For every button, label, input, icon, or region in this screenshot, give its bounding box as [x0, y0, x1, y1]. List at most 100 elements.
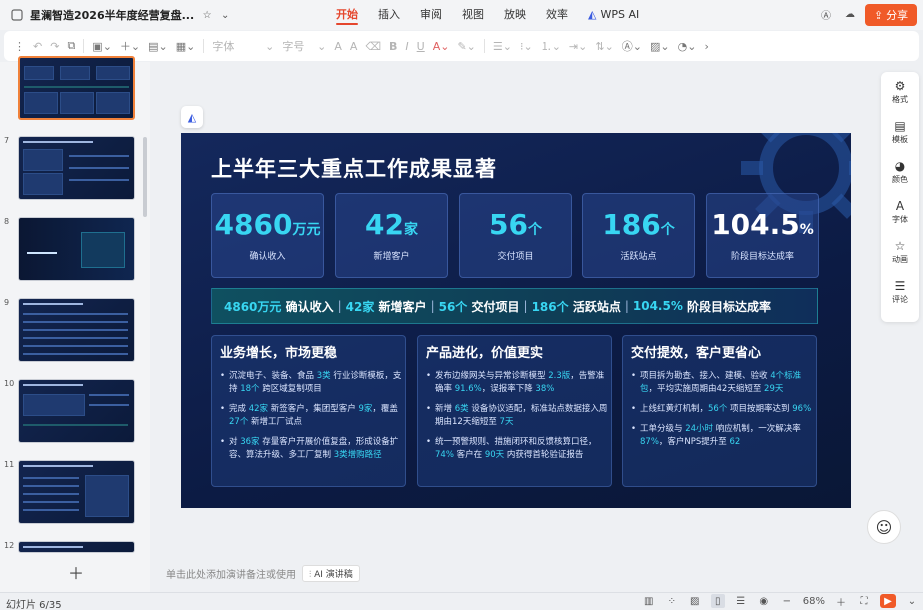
zoom-out-icon[interactable]: − — [780, 594, 794, 608]
slide[interactable]: 上半年三大重点工作成果显著 4860万元 确认收入 42家 新增客户 56个 交… — [181, 133, 851, 508]
kpi-unit: 个 — [527, 222, 542, 238]
thumbnail-6[interactable] — [4, 56, 135, 120]
kpi-card-sites[interactable]: 186个 活跃站点 — [582, 193, 695, 278]
thumbnail-12[interactable]: 12 — [4, 541, 135, 553]
document-title[interactable]: 星澜智造2026半年度经营复盘... — [30, 7, 194, 23]
menu-review[interactable]: 审阅 — [410, 0, 452, 30]
font-color-icon[interactable]: A⌄ — [433, 37, 450, 55]
slide-thumbnail[interactable] — [18, 217, 135, 281]
menu-slideshow[interactable]: 放映 — [494, 0, 536, 30]
right-side-panel: ⚙ 格式 ▤ 模板 ◕ 颜色 A 字体 ☆ 动画 ☰ 评论 — [881, 72, 919, 322]
text-direction-icon[interactable]: ⇅⌄ — [595, 37, 613, 55]
font-size-select[interactable]: 字号 ⌄ — [282, 37, 326, 55]
slide-thumbnail[interactable] — [18, 379, 135, 443]
ai-speech-button[interactable]: ⫶ AI 演讲稿 — [302, 565, 360, 582]
speaker-notes-bar[interactable]: 单击此处添加演讲备注或使用 ⫶ AI 演讲稿 — [166, 565, 360, 582]
zoom-in-icon[interactable]: ＋ — [834, 594, 848, 609]
underline-icon[interactable]: U — [417, 37, 425, 55]
card-delivery-efficiency[interactable]: 交付提效，客户更省心 项目拆为勘查、接入、建模、验收 4个标准包，平均实施周期由… — [622, 335, 817, 487]
star-icon[interactable]: ☆ — [200, 8, 214, 22]
card-product-evolution[interactable]: 产品进化，价值更实 发布边缘网关与异常诊断模型 2.3版，告警准确率 91.6%… — [417, 335, 612, 487]
notes-placeholder[interactable]: 单击此处添加演讲备注或使用 — [166, 566, 296, 581]
ai-assist-button[interactable]: ◭ — [181, 106, 203, 128]
slide-thumbnail[interactable] — [18, 56, 135, 120]
menu-wps-ai[interactable]: ◭ WPS AI — [578, 0, 649, 30]
outline-view-icon[interactable]: ☰ — [734, 594, 748, 608]
add-slide-button[interactable]: ＋ — [68, 560, 84, 584]
kpi-card-target-rate[interactable]: 104.5% 阶段目标达成率 — [706, 193, 819, 278]
panel-font[interactable]: A 字体 — [881, 192, 919, 232]
share-button[interactable]: ⇪ 分享 — [865, 4, 917, 26]
play-slideshow-icon[interactable]: ▶ — [880, 594, 896, 608]
font-name-select[interactable]: 字体 ⌄ — [212, 37, 274, 55]
zoom-level[interactable]: 68% — [803, 596, 825, 607]
banner-text: 交付项目 — [471, 299, 520, 314]
thumbnail-7[interactable]: 7 — [4, 136, 135, 200]
kpi-card-new-customers[interactable]: 42家 新增客户 — [335, 193, 448, 278]
section-icon[interactable]: ▦⌄ — [176, 37, 196, 55]
new-slide-icon[interactable]: ▣⌄ — [92, 37, 112, 55]
reading-view-icon[interactable]: ▨ — [688, 594, 702, 608]
menu-efficiency[interactable]: 效率 — [536, 0, 578, 30]
title-right-icons: Ⓐ ☁ — [819, 7, 857, 22]
slide-thumbnail[interactable] — [18, 298, 135, 362]
thumbnail-8[interactable]: 8 — [4, 217, 135, 281]
picture-icon[interactable]: ▨⌄ — [650, 37, 670, 55]
italic-icon[interactable]: I — [405, 37, 408, 55]
menu-view[interactable]: 视图 — [452, 0, 494, 30]
assistant-avatar-button[interactable]: ☺ — [867, 510, 901, 544]
toolbar-scroll-right-icon[interactable]: › — [704, 37, 708, 55]
grid-view-icon[interactable]: ⁘ — [665, 594, 679, 608]
textbox-icon[interactable]: Ⓐ⌄ — [622, 37, 642, 55]
summary-banner[interactable]: 4860万元 确认收入 | 42家 新增客户 | 56个 交付项目 | 186个… — [211, 288, 818, 324]
slideshow-options-icon[interactable]: ⌄ — [905, 594, 919, 608]
menu-insert[interactable]: 插入 — [368, 0, 410, 30]
cloud-icon[interactable]: ☁ — [843, 7, 857, 21]
kpi-card-projects[interactable]: 56个 交付项目 — [459, 193, 572, 278]
panel-animation[interactable]: ☆ 动画 — [881, 232, 919, 272]
kpi-unit: % — [799, 222, 814, 238]
kpi-card-revenue[interactable]: 4860万元 确认收入 — [211, 193, 324, 278]
thumbnail-11[interactable]: 11 — [4, 460, 135, 524]
undo-icon[interactable]: ↶ — [33, 37, 42, 55]
bullets-icon[interactable]: ⁝⌄ — [520, 37, 533, 55]
bold-icon[interactable]: B — [389, 37, 397, 55]
thumbnail-10[interactable]: 10 — [4, 379, 135, 443]
notes-view-icon[interactable]: ▯ — [710, 594, 725, 608]
thumbnail-scrollbar[interactable] — [143, 137, 147, 217]
chevron-down-icon[interactable]: ⌄ — [218, 8, 232, 22]
kpi-label: 确认收入 — [249, 252, 286, 262]
record-icon[interactable]: ◉ — [757, 594, 771, 608]
thumbnail-9[interactable]: 9 — [4, 298, 135, 362]
divider — [83, 39, 85, 53]
panel-format[interactable]: ⚙ 格式 — [881, 72, 919, 112]
slide-thumbnail[interactable] — [18, 136, 135, 200]
align-icon[interactable]: ☰⌄ — [493, 37, 512, 55]
highlight-icon[interactable]: ✎⌄ — [457, 37, 475, 55]
font-style-icon[interactable]: Ⓐ — [819, 7, 833, 22]
slide-thumbnail[interactable] — [18, 460, 135, 524]
increase-font-icon[interactable]: A — [334, 37, 342, 55]
assistant-icon: ☺ — [875, 517, 893, 537]
slide-title[interactable]: 上半年三大重点工作成果显著 — [211, 153, 497, 183]
format-painter-icon[interactable]: ⧉ — [67, 37, 75, 55]
shape-icon[interactable]: ◔⌄ — [678, 37, 697, 55]
layout-icon[interactable]: ▤⌄ — [148, 37, 168, 55]
redo-icon[interactable]: ↷ — [50, 37, 59, 55]
insert-icon[interactable]: ＋⌄ — [120, 37, 140, 55]
list-item: 工单分级与 24小时 响应机制，一次解决率 87%，客户NPS提升至 62 — [631, 423, 813, 449]
numbering-icon[interactable]: ⒈⌄ — [541, 37, 561, 55]
fit-window-icon[interactable]: ⛶ — [857, 594, 871, 608]
decrease-font-icon[interactable]: A — [350, 37, 358, 55]
more-options-icon[interactable]: ⋮ — [14, 37, 25, 55]
panel-comment[interactable]: ☰ 评论 — [881, 272, 919, 312]
panel-template[interactable]: ▤ 模板 — [881, 112, 919, 152]
menu-home[interactable]: 开始 — [326, 0, 368, 30]
normal-view-icon[interactable]: ▥ — [642, 594, 656, 608]
clear-format-icon[interactable]: ⌫ — [365, 37, 381, 55]
main-menu: 开始 插入 审阅 视图 放映 效率 ◭ WPS AI — [326, 0, 649, 30]
indent-icon[interactable]: ⇥⌄ — [569, 37, 587, 55]
slide-thumbnail[interactable] — [18, 541, 135, 553]
card-business-growth[interactable]: 业务增长，市场更稳 沉淀电子、装备、食品 3类 行业诊断模板，支持 18个 跨区… — [211, 335, 406, 487]
panel-color[interactable]: ◕ 颜色 — [881, 152, 919, 192]
